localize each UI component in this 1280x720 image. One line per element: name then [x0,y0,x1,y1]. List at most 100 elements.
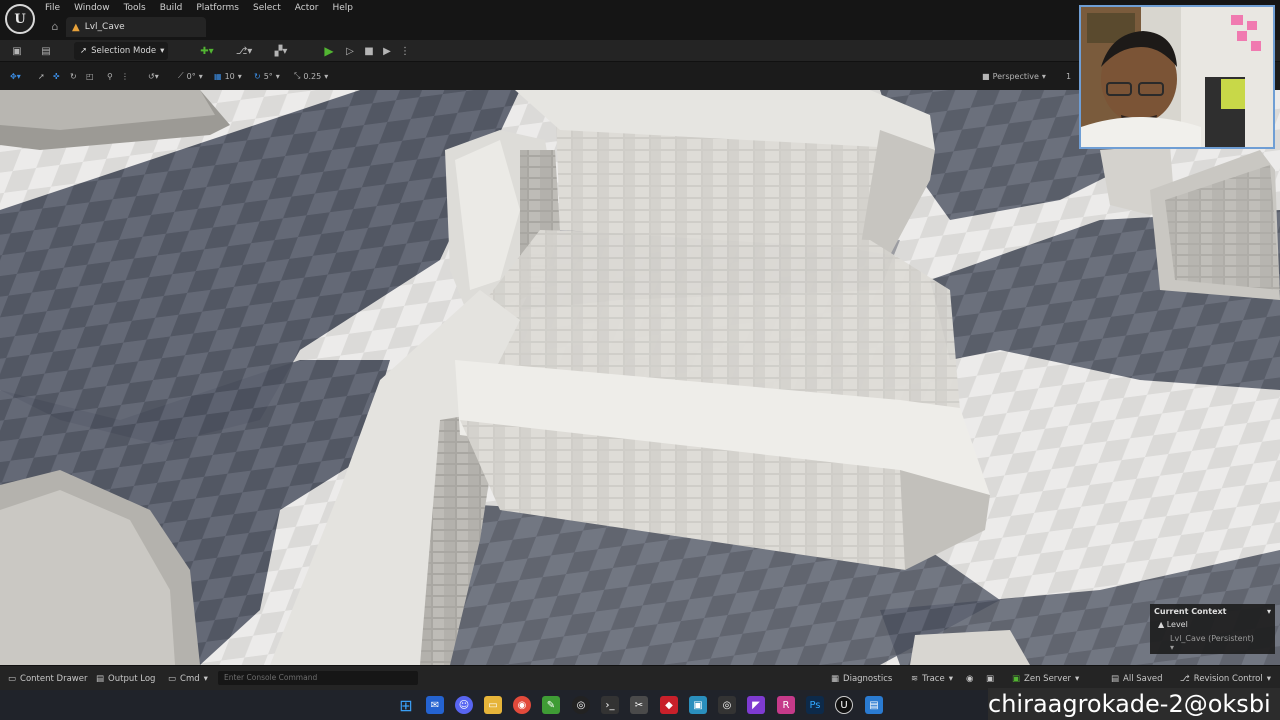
menu-build[interactable]: Build [153,0,190,16]
screenshot-icon[interactable]: ▣ [986,672,994,685]
menu-tools[interactable]: Tools [117,0,153,16]
level-icon: ▲ [72,21,80,33]
diagnostics-icon: ▦ [831,673,840,684]
play-icon[interactable]: ▶ [322,43,336,59]
blueprint-icon[interactable]: ⎇▾ [232,43,256,59]
menu-file[interactable]: File [38,0,67,16]
translate-tool-icon[interactable]: ✜ [53,69,60,83]
trace-icon: ≋ [911,673,919,684]
step-icon[interactable]: ▷ [343,43,357,59]
viewport-extra-button[interactable]: 1 [1066,69,1071,83]
content-drawer-button[interactable]: ▭ Content Drawer [8,672,87,685]
selection-mode-dropdown[interactable]: ➚ Selection Mode ▾ [74,42,168,60]
redis-icon[interactable]: ◆ [660,696,678,714]
zen-server-icon: ▣ [1012,673,1021,684]
angle-snap-toggle[interactable]: ↻ 5° ▾ [254,69,280,83]
menu-actor[interactable]: Actor [288,0,326,16]
unreal-editor-icon[interactable]: ▤ [865,696,883,714]
content-browser-icon[interactable]: ▤ [38,43,54,59]
chevron-down-icon: ▾ [1075,673,1080,684]
app-icon[interactable]: ▣ [689,696,707,714]
selection-mode-label: Selection Mode [91,46,157,56]
menu-select[interactable]: Select [246,0,288,16]
mail-icon[interactable]: ✉ [426,696,444,714]
grid-snap-toggle[interactable]: ▦ 10 ▾ [214,69,242,83]
menu-window[interactable]: Window [67,0,117,16]
home-icon[interactable]: ⌂ [48,20,62,34]
main-menu: File Window Tools Build Platforms Select… [38,0,360,16]
zen-server-dropdown[interactable]: ▣ Zen Server ▾ [1012,672,1079,685]
snipping-tool-icon[interactable]: ✂ [630,696,648,714]
chrome-icon[interactable]: ◉ [513,696,531,714]
select-tool-icon[interactable]: ➚ [38,69,45,83]
cinematics-icon[interactable]: ▞▾ [268,43,294,59]
chevron-down-icon: ▾ [948,673,953,684]
github-icon[interactable]: ◎ [572,696,590,714]
tab-label: Lvl_Cave [84,22,125,32]
perspective-dropdown[interactable]: ■ Perspective ▾ [982,69,1046,83]
diagnostics-button[interactable]: ▦ Diagnostics [831,672,892,685]
unreal-editor-window: U File Window Tools Build Platforms Sele… [0,0,1280,720]
output-log-button[interactable]: ▤ Output Log [96,672,155,685]
obs-icon[interactable]: ◎ [718,696,736,714]
all-saved-label: All Saved [1123,673,1163,684]
world-local-icon[interactable]: ⚲ [107,69,113,83]
revision-control-label: Revision Control [1193,673,1263,684]
chevron-down-icon: ▾ [1170,643,1175,652]
tab-level[interactable]: ▲ Lvl_Cave [66,17,206,37]
save-icon: ▤ [1111,673,1120,684]
chevron-down-icon[interactable]: ▾ [1267,607,1271,616]
file-explorer-icon[interactable]: ▭ [484,696,502,714]
terminal-icon[interactable]: ›_ [601,696,619,714]
terminal-icon: ▭ [168,673,177,684]
surface-snap-icon[interactable]: ↺▾ [148,69,159,83]
rotate-tool-icon[interactable]: ↻ [70,69,77,83]
log-icon: ▤ [96,673,105,684]
revision-control-dropdown[interactable]: ⎇ Revision Control ▾ [1180,672,1271,685]
all-saved-button[interactable]: ▤ All Saved [1111,672,1163,685]
angle-snap-value: 5° [263,71,273,81]
scale-snap-toggle[interactable]: ⤡ 0.25 ▾ [294,69,328,83]
rotation-snap-toggle[interactable]: ⟋ 0° ▾ [178,69,203,83]
menu-platforms[interactable]: Platforms [189,0,246,16]
eject-icon[interactable]: ▶ [380,43,394,59]
stop-icon[interactable]: ■ [362,43,376,59]
content-drawer-label: Content Drawer [20,673,88,684]
unreal-engine-icon[interactable]: U [835,696,853,714]
context-level-dropdown[interactable]: Lvl_Cave (Persistent) ▾ [1150,632,1275,652]
context-level-item[interactable]: ▲ Level [1150,618,1275,632]
context-level-label: Level [1166,620,1188,629]
visual-studio-icon[interactable]: ◤ [747,696,765,714]
menu-help[interactable]: Help [325,0,360,16]
context-sub-label: Lvl_Cave (Persistent) [1170,634,1254,643]
save-icon[interactable]: ▣ [10,43,24,59]
rider-icon[interactable]: R [777,696,795,714]
transform-menu-icon[interactable]: ✥▾ [10,69,21,83]
scene-render [0,90,1280,665]
console-input[interactable]: Enter Console Command [218,671,418,685]
unreal-logo-icon[interactable]: U [5,4,35,34]
more-options-icon[interactable]: ⋮ [400,43,410,59]
webcam-overlay [1079,5,1275,149]
photoshop-icon[interactable]: Ps [806,696,824,714]
level-viewport[interactable] [0,90,1280,665]
add-actor-icon[interactable]: ✚▾ [195,43,219,59]
cmd-dropdown[interactable]: ▭ Cmd ▾ [168,672,208,685]
cursor-icon: ➚ [80,46,88,56]
revision-control-icon: ⎇ [1180,673,1190,684]
more-options-icon[interactable]: ⋮ [121,69,129,83]
scale-snap-value: 0.25 [303,71,322,81]
windows-start-icon[interactable]: ⊞ [397,696,415,715]
perspective-label: Perspective [992,71,1039,81]
current-context-panel: Current Context ▾ ▲ Level Lvl_Cave (Persi… [1150,604,1275,654]
notepad-plus-icon[interactable]: ✎ [542,696,560,714]
chevron-down-icon: ▾ [160,46,165,56]
viewport-extra-label: 1 [1066,71,1072,81]
diagnostics-label: Diagnostics [843,673,893,684]
record-icon[interactable]: ◉ [966,672,973,685]
folder-icon: ▭ [8,673,17,684]
rotation-snap-value: 0° [186,71,196,81]
trace-dropdown[interactable]: ≋ Trace ▾ [911,672,953,685]
scale-tool-icon[interactable]: ◰ [86,69,94,83]
discord-icon[interactable]: ☺ [455,696,473,714]
